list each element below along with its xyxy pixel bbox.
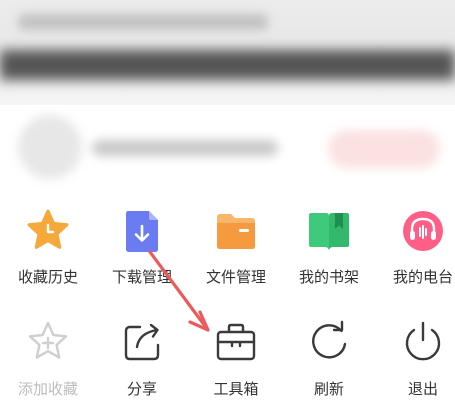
toolbox-icon (212, 318, 260, 366)
menu-item-label: 我的电台 (392, 268, 453, 286)
blurred-account-name (92, 140, 278, 156)
menu-item-toolbox[interactable]: 工具箱 (196, 318, 276, 398)
refresh-icon (305, 318, 353, 366)
menu-item-download-manager[interactable]: 下载管理 (102, 207, 182, 287)
blurred-action-pill[interactable] (328, 130, 440, 168)
radio-icon (399, 207, 447, 255)
bookshelf-icon (305, 207, 353, 255)
menu-item-label: 文件管理 (205, 268, 266, 286)
menu-item-label: 退出 (407, 380, 438, 398)
menu-item-exit[interactable]: 退出 (383, 318, 455, 398)
menu-item-label: 我的书架 (298, 268, 359, 286)
exit-icon (399, 318, 447, 366)
star-icon (24, 207, 72, 255)
menu-item-refresh[interactable]: 刷新 (289, 318, 369, 398)
menu-item-label: 收藏历史 (17, 268, 78, 286)
menu-item-label: 下载管理 (111, 268, 172, 286)
avatar[interactable] (18, 115, 82, 179)
menu-item-file-manager[interactable]: 文件管理 (196, 207, 276, 287)
menu-item-add-bookmark[interactable]: 添加收藏 (8, 318, 88, 398)
add-bookmark-icon (24, 318, 72, 366)
menu-item-label: 刷新 (313, 380, 344, 398)
blurred-page-header (0, 0, 455, 105)
menu-row-2: 添加收藏 分享 工具箱 刷新 退出 (0, 318, 455, 398)
menu-item-share[interactable]: 分享 (102, 318, 182, 398)
menu-item-label: 工具箱 (213, 380, 259, 398)
folder-icon (212, 207, 260, 255)
download-icon (118, 207, 166, 255)
share-icon (118, 318, 166, 366)
menu-item-my-bookshelf[interactable]: 我的书架 (289, 207, 369, 287)
blurred-toolbar (0, 50, 455, 80)
account-row[interactable] (0, 108, 455, 188)
menu-item-label: 分享 (126, 380, 157, 398)
menu-item-favorites-history[interactable]: 收藏历史 (8, 207, 88, 287)
blurred-title (18, 14, 268, 30)
menu-row-1: 收藏历史 下载管理 文件管理 我的书架 我的电台 (0, 207, 455, 287)
menu-item-my-radio[interactable]: 我的电台 (383, 207, 455, 287)
menu-item-label: 添加收藏 (17, 380, 78, 398)
